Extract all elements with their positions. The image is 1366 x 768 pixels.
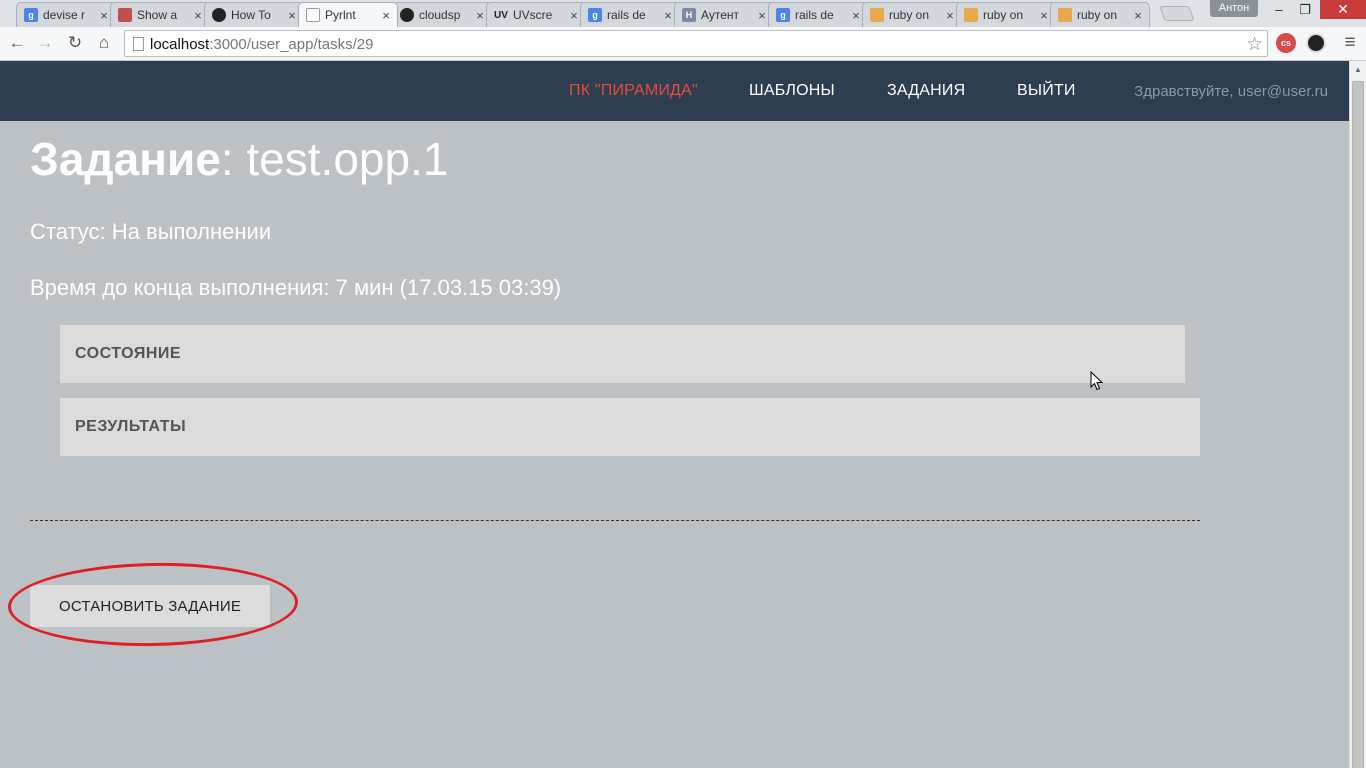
state-panel-label: СОСТОЯНИЕ [75,345,182,362]
new-tab-button[interactable] [1159,6,1195,21]
scrollbar-thumb[interactable] [1352,81,1364,768]
tab-close-icon[interactable]: × [381,8,391,23]
nav-tasks-link[interactable]: ЗАДАНИЯ [887,82,965,100]
tab-close-icon[interactable]: × [851,8,861,23]
task-deadline: Время до конца выполнения: 7 мин (17.03.… [30,275,562,300]
state-panel-header[interactable]: СОСТОЯНИЕ [60,325,1185,383]
annotation-ellipse [7,560,299,649]
browser-tab[interactable]: ruby on × [1050,2,1150,27]
browser-tab[interactable]: ruby on × [862,2,962,27]
nav-templates-link[interactable]: ШАБЛОНЫ [749,82,835,100]
browser-tab[interactable]: UV UVscre × [486,2,586,27]
browser-tab[interactable]: H Аутент × [674,2,774,27]
extension-icon[interactable]: cs [1276,33,1296,53]
menu-icon[interactable]: ≡ [1339,32,1361,54]
user-greeting: Здравствуйте, user@user.ru [1134,83,1328,100]
task-status: Статус: На выполнении [30,219,272,244]
mouse-cursor-icon [1090,371,1104,391]
browser-tab[interactable]: How To × [204,2,304,27]
divider [30,520,1200,521]
page-scrollbar[interactable]: ▲ [1349,61,1366,768]
restore-button[interactable]: ❐ [1292,0,1318,19]
scroll-up-icon[interactable]: ▲ [1354,65,1362,74]
reload-icon[interactable]: ↻ [64,32,86,54]
stackoverflow-icon [870,8,884,22]
tab-close-icon[interactable]: × [1133,8,1143,23]
site-navbar: ПК "ПИРАМИДА" ШАБЛОНЫ ЗАДАНИЯ ВЫЙТИ Здра… [0,61,1349,121]
habr-icon: H [682,8,696,22]
close-window-button[interactable]: ✕ [1320,0,1366,19]
bookmark-star-icon[interactable]: ☆ [1246,33,1263,56]
task-title-value: : test.opp.1 [220,133,449,185]
browser-tab[interactable]: ruby on × [956,2,1056,27]
soccer-ball-icon[interactable] [1306,33,1326,53]
stackoverflow-icon [964,8,978,22]
browser-tab[interactable]: Show a × [110,2,210,27]
tab-close-icon[interactable]: × [99,8,109,23]
tab-close-icon[interactable]: × [757,8,767,23]
browser-tab-strip: g devise r × Show a × How To × Pyrlnt × … [0,0,1366,27]
page-title: Задание: test.opp.1 [30,133,448,185]
browser-tab[interactable]: cloudsp × [392,2,492,27]
tab-close-icon[interactable]: × [1039,8,1049,23]
tab-close-icon[interactable]: × [193,8,203,23]
address-url[interactable]: localhost:3000/user_app/tasks/29 [150,36,374,53]
browser-tab[interactable]: g rails de × [768,2,868,27]
browser-tab[interactable]: g rails de × [580,2,680,27]
stackoverflow-icon [1058,8,1072,22]
tab-close-icon[interactable]: × [287,8,297,23]
uv-icon: UV [494,9,508,21]
browser-tab[interactable]: g devise r × [16,2,116,27]
minimize-button[interactable]: – [1266,0,1292,19]
image-icon [118,8,132,22]
github-icon [400,8,414,22]
tab-close-icon[interactable]: × [569,8,579,23]
profile-badge[interactable]: Антон [1210,0,1258,17]
github-icon [212,8,226,22]
address-bar[interactable]: localhost:3000/user_app/tasks/29 ☆ [124,30,1268,57]
results-panel-header[interactable]: РЕЗУЛЬТАТЫ [60,398,1200,456]
results-panel-label: РЕЗУЛЬТАТЫ [75,418,187,435]
browser-tab-active[interactable]: Pyrlnt × [298,2,398,27]
tab-close-icon[interactable]: × [475,8,485,23]
document-icon [306,8,320,22]
google-icon: g [588,8,602,22]
back-arrow-icon[interactable]: ← [6,32,28,54]
brand-link[interactable]: ПК "ПИРАМИДА" [569,82,698,100]
tab-close-icon[interactable]: × [945,8,955,23]
browser-toolbar: ← → ↻ ⌂ localhost:3000/user_app/tasks/29… [0,27,1366,61]
task-page: Задание: test.opp.1 Статус: На выполнени… [0,121,1349,768]
google-icon: g [776,8,790,22]
tab-close-icon[interactable]: × [663,8,673,23]
home-icon[interactable]: ⌂ [93,32,115,54]
google-icon: g [24,8,38,22]
task-title-label: Задание [30,133,221,185]
forward-arrow-icon[interactable]: → [34,32,56,54]
page-icon [133,37,144,51]
nav-logout-link[interactable]: ВЫЙТИ [1017,82,1076,100]
